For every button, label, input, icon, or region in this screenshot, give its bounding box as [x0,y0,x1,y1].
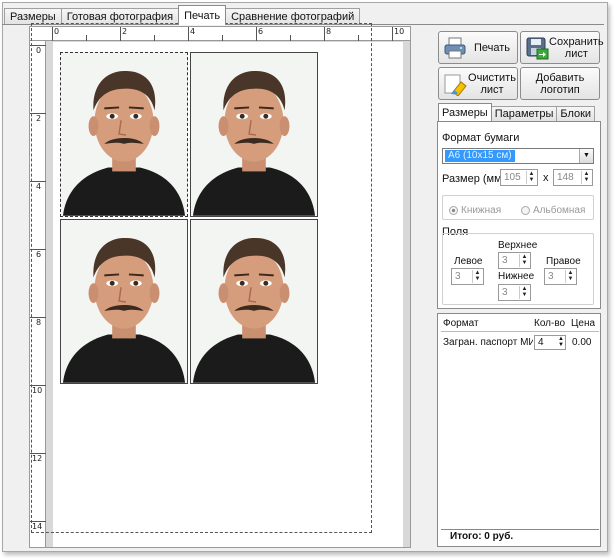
table-header: Формат Кол-во Цена [441,315,599,332]
print-label: Печать [473,41,511,54]
paper-width-field[interactable]: 105 ▲ ▼ [500,169,538,186]
printer-icon [444,37,466,58]
paper-format-label: Формат бумаги [442,132,520,144]
clear-sheet-button[interactable]: Очистить лист [438,67,518,100]
tab-print[interactable]: Печать [178,5,227,25]
ruler-label: 10 [394,27,405,36]
row-format: Загран. паспорт МИД [443,337,533,348]
spin-arrows-icon[interactable]: ▲ ▼ [519,254,529,267]
passport-photo[interactable] [190,219,318,384]
margin-top-field[interactable]: 3 ▲ ▼ [498,252,531,269]
margin-left-value: 3 [455,271,461,282]
paper-height-field[interactable]: 148 ▲ ▼ [553,169,593,186]
orientation-portrait-radio[interactable]: Книжная [449,205,501,216]
landscape-label: Альбомная [533,205,586,216]
margin-left-label: Левое [454,256,483,267]
order-total: Итого: 0 руб. [441,529,599,544]
format-table: Формат Кол-во Цена Загран. паспорт МИД 4… [437,313,601,547]
portrait-label: Книжная [461,205,502,216]
quantity-stepper[interactable]: 4 ▲ ▼ [534,335,566,350]
margin-right-value: 3 [548,271,554,282]
margin-right-field[interactable]: 3 ▲ ▼ [544,268,577,285]
column-price[interactable]: Цена [571,318,595,329]
row-price: 0.00 [572,337,592,348]
orientation-landscape-radio[interactable]: Альбомная [521,205,585,216]
paper-format-value: A6 (10x15 см) [445,150,515,162]
save-sheet-label: Сохранить лист [549,35,604,60]
print-button[interactable]: Печать [438,31,518,64]
save-sheet-button[interactable]: Сохранить лист [520,31,604,64]
table-row[interactable]: Загран. паспорт МИД 4 ▲ ▼ 0.00 [441,334,599,351]
paper-height-value: 148 [557,172,574,183]
tab-parameters[interactable]: Параметры [490,106,558,121]
spin-arrows-icon[interactable]: ▲ ▼ [565,270,575,283]
margin-bottom-field[interactable]: 3 ▲ ▼ [498,284,531,301]
margin-bottom-value: 3 [502,287,508,298]
spin-arrows-icon[interactable]: ▲ ▼ [472,270,482,283]
radio-icon [521,206,530,215]
column-format[interactable]: Формат [443,318,479,329]
spin-arrows-icon[interactable]: ▲ ▼ [581,171,591,184]
margin-left-field[interactable]: 3 ▲ ▼ [451,268,484,285]
clear-sheet-label: Очистить лист [468,71,516,96]
margin-top-value: 3 [502,255,508,266]
eraser-icon [444,74,467,96]
spin-arrows-icon[interactable]: ▲ ▼ [519,286,529,299]
tab-blocks[interactable]: Блоки [556,106,596,121]
add-logo-label: Добавить логотип [535,71,585,96]
passport-photo[interactable] [190,52,318,217]
margin-top-label: Верхнее [498,240,538,251]
column-quantity[interactable]: Кол-во [534,318,565,329]
paper-format-select[interactable]: A6 (10x15 см) ▼ [442,148,594,164]
paper-size-label: Размер (мм): [442,173,509,185]
tab-paper-sizes[interactable]: Размеры [438,103,492,121]
spin-arrows-icon[interactable]: ▲ ▼ [526,171,536,184]
margin-bottom-label: Нижнее [498,271,535,282]
add-logo-button[interactable]: Добавить логотип [520,67,600,100]
quantity-value: 4 [538,337,544,348]
save-disk-icon [526,37,549,59]
paper-width-value: 105 [504,172,521,183]
passport-photo[interactable] [60,52,188,217]
radio-selected-icon [449,206,458,215]
chevron-down-icon[interactable]: ▼ [579,149,593,163]
margin-right-label: Правое [546,256,581,267]
spin-arrows-icon[interactable]: ▲ ▼ [558,336,564,348]
settings-tabs: Размеры Параметры Блоки [438,103,596,121]
passport-photo[interactable] [60,219,188,384]
size-separator: x [543,172,549,184]
